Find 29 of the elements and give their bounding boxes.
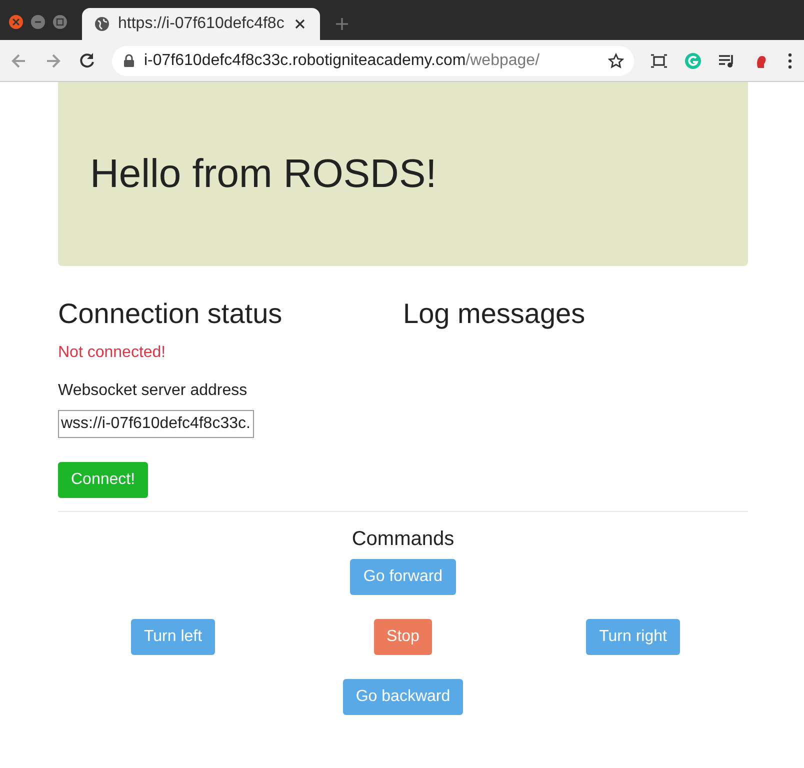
new-tab-icon[interactable] <box>334 16 350 32</box>
maximize-window-icon[interactable] <box>52 14 68 30</box>
address-input-field[interactable]: wss://i-07f610defc4f8c33c. <box>58 410 254 438</box>
command-button[interactable]: Go backward <box>342 679 464 715</box>
star-icon[interactable] <box>608 52 624 68</box>
section-heading: Log messages <box>403 298 586 330</box>
command-button[interactable]: Turn right <box>586 619 680 655</box>
close-window-icon[interactable] <box>8 14 24 30</box>
connect-button[interactable]: Connect! <box>58 462 148 498</box>
forward-icon[interactable] <box>44 52 62 70</box>
back-icon[interactable] <box>10 52 28 70</box>
minimize-window-icon[interactable] <box>30 14 46 30</box>
commands-heading: Commands <box>350 528 456 551</box>
section-heading: Connection status <box>58 298 284 330</box>
command-button[interactable]: Go forward <box>350 559 456 595</box>
lock-icon <box>122 52 136 68</box>
page-title: Hello from ROSDS! <box>90 152 437 196</box>
reload-icon[interactable] <box>78 52 96 70</box>
browser-tab[interactable]: https://i-07f610defc4f8c <box>82 8 320 40</box>
field-label: Websocket server address <box>58 382 248 400</box>
menu-icon[interactable] <box>786 52 794 70</box>
tab-title: https://i-07f610defc4f8c <box>118 15 284 33</box>
command-button[interactable]: Stop <box>374 619 432 655</box>
screenshot-icon[interactable] <box>650 52 668 70</box>
command-button[interactable]: Turn left <box>130 619 216 655</box>
address-bar[interactable]: i-07f610defc4f8c33c.robotigniteacademy.com/webpage/ <box>112 46 634 76</box>
globe-icon <box>94 16 110 32</box>
url-text: i-07f610defc4f8c33c.robotigniteacademy.com/webpage/ <box>144 52 541 70</box>
connection-status: Not connected! <box>58 344 167 362</box>
